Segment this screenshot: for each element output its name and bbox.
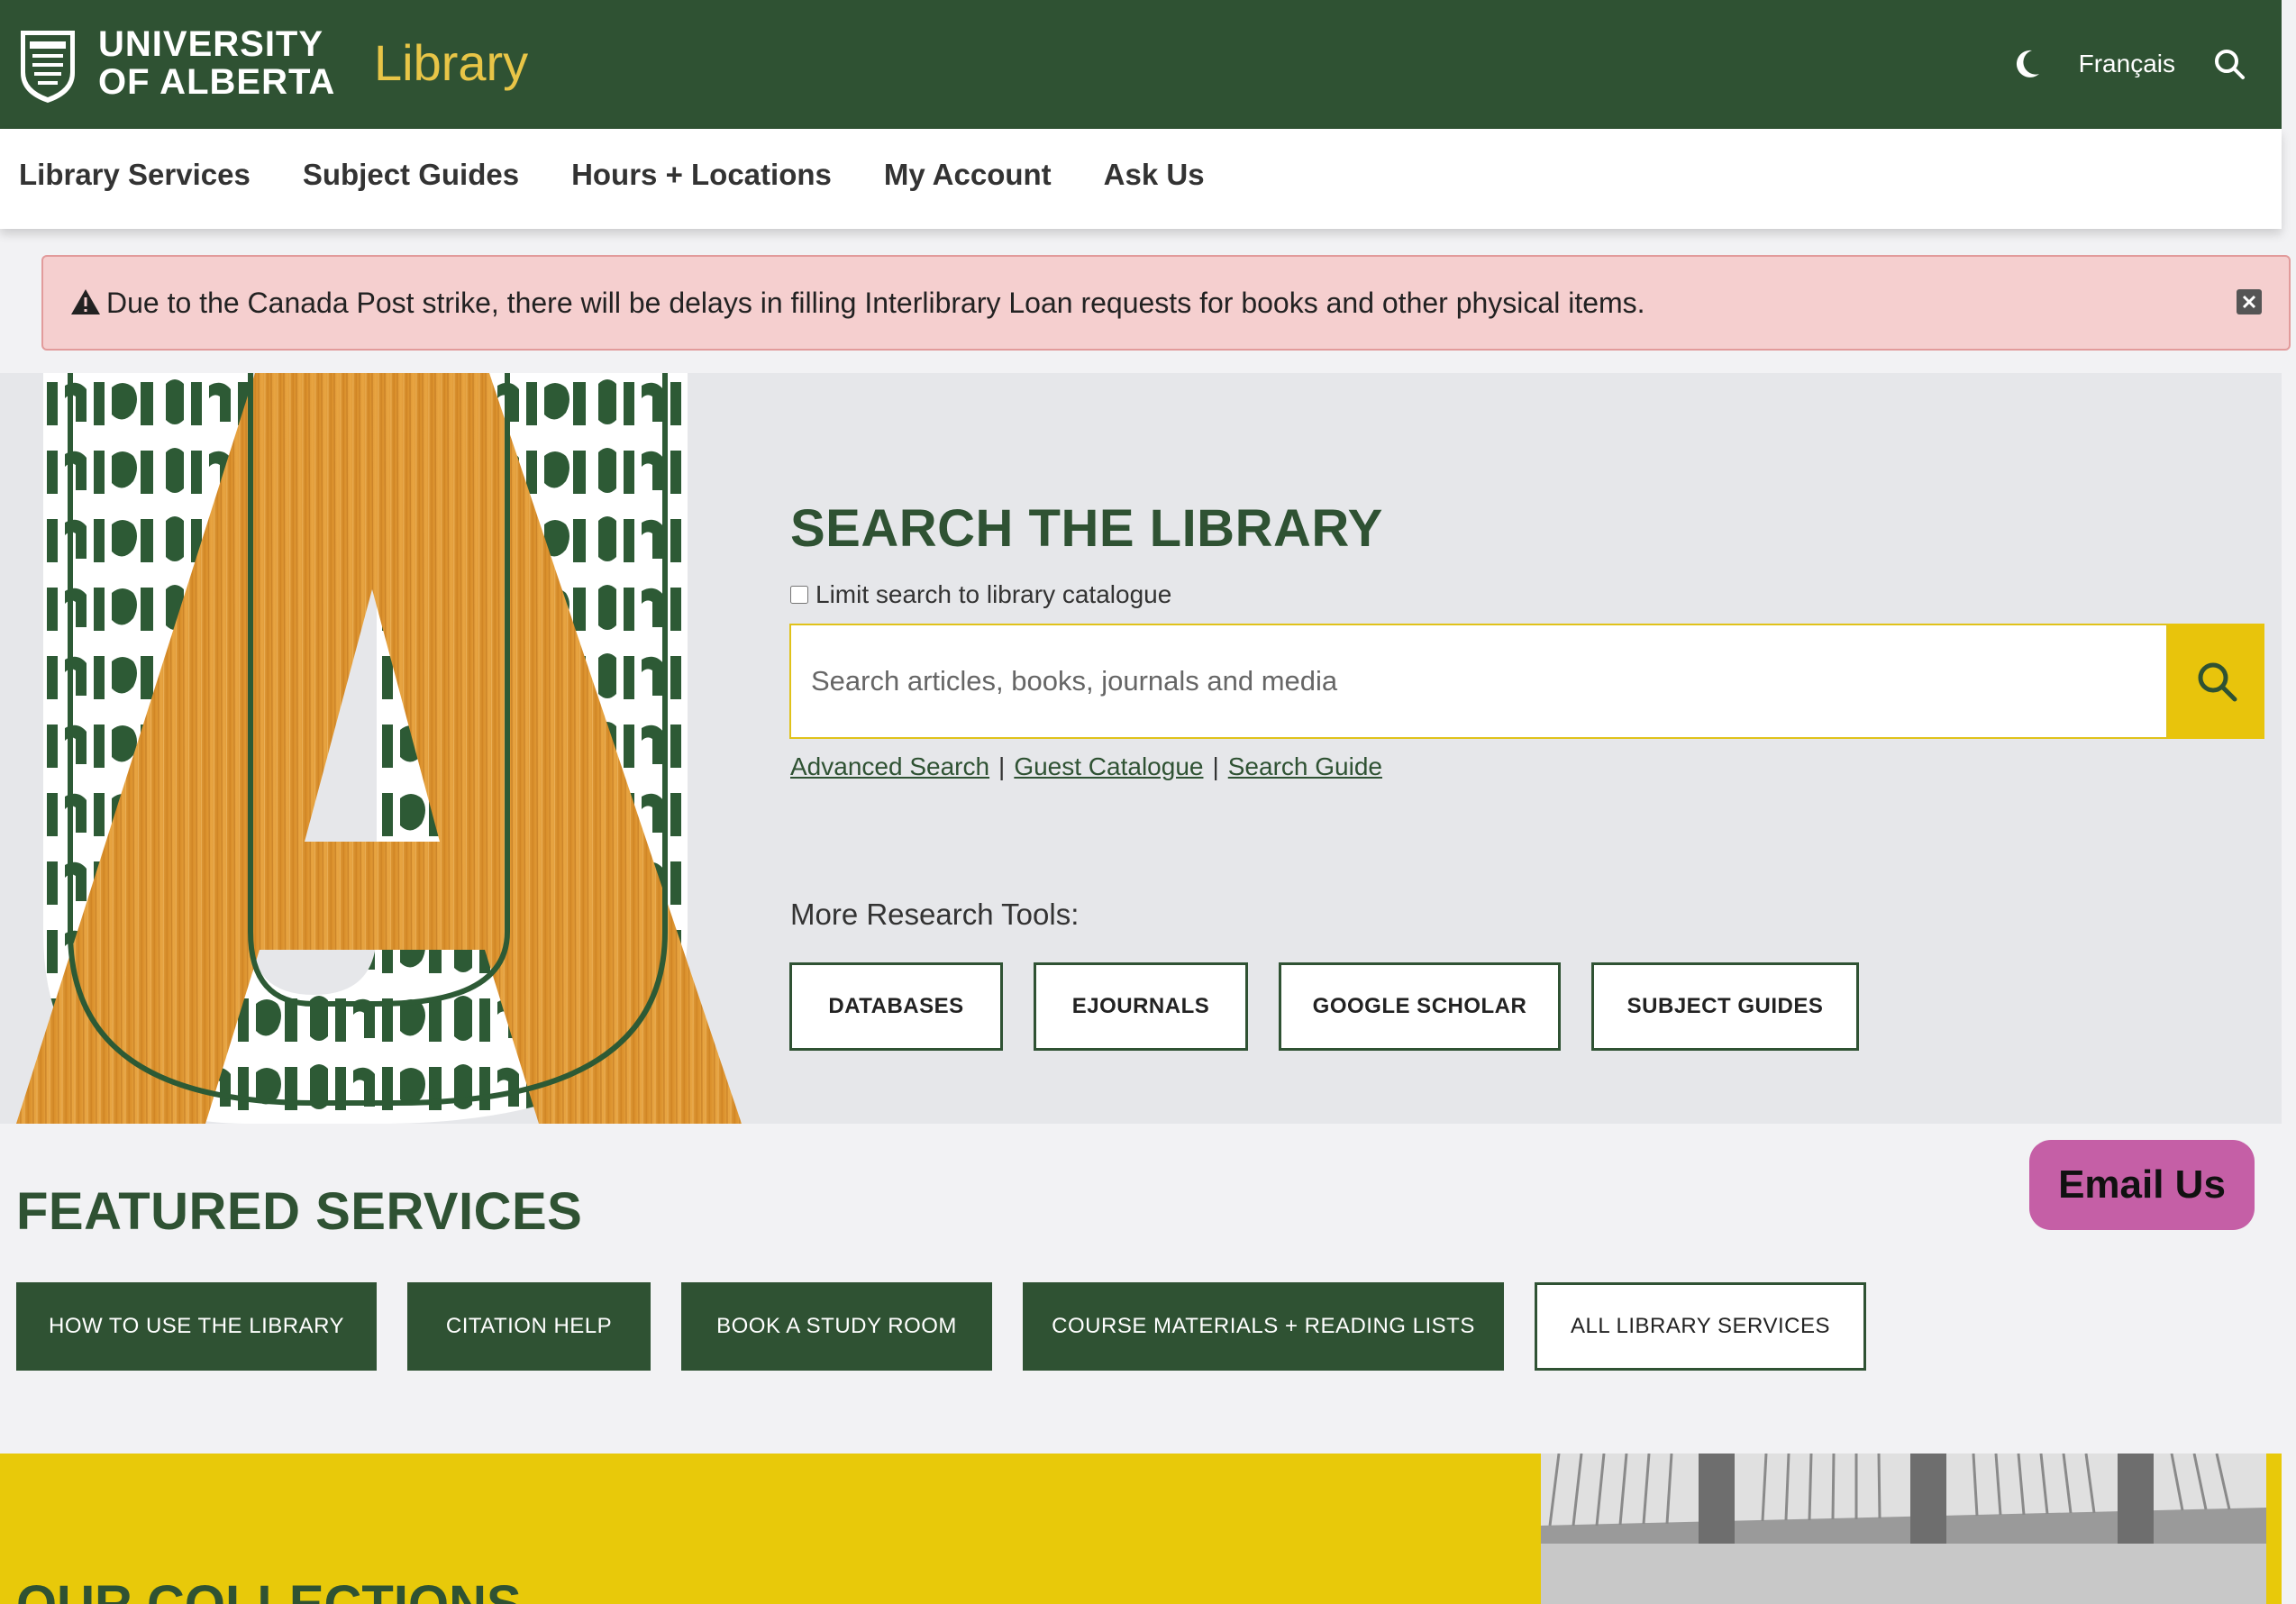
alert-close-button[interactable] [2237, 289, 2262, 314]
google-scholar-button[interactable]: GOOGLE SCHOLAR [1279, 962, 1561, 1051]
site-title[interactable]: Library [374, 34, 528, 92]
moon-icon[interactable] [2014, 49, 2041, 79]
email-us-button[interactable]: Email Us [2029, 1140, 2255, 1230]
search-icon[interactable] [2213, 48, 2246, 80]
link-separator: | [998, 752, 1006, 780]
logo-line-1: UNIVERSITY [98, 24, 324, 64]
nav-item-hours-locations[interactable]: Hours + Locations [571, 158, 832, 192]
how-to-use-library-button[interactable]: HOW TO USE THE LIBRARY [16, 1282, 377, 1371]
course-materials-button[interactable]: COURSE MATERIALS + READING LISTS [1023, 1282, 1504, 1371]
search-hero: SEARCH THE LIBRARY Limit search to libra… [0, 373, 2282, 1124]
nav-item-library-services[interactable]: Library Services [19, 158, 251, 192]
search-icon [2198, 662, 2237, 702]
collections-photo [1541, 1454, 2266, 1604]
search-field-container [789, 624, 2168, 739]
search-guide-link[interactable]: Search Guide [1228, 752, 1382, 780]
featured-services-heading: FEATURED SERVICES [16, 1182, 583, 1241]
guest-catalogue-link[interactable]: Guest Catalogue [1014, 752, 1203, 780]
language-toggle-link[interactable]: Français [2079, 50, 2175, 78]
warning-icon [71, 289, 100, 314]
nav-item-subject-guides[interactable]: Subject Guides [303, 158, 519, 192]
nav-item-my-account[interactable]: My Account [884, 158, 1052, 192]
limit-search-option[interactable]: Limit search to library catalogue [790, 580, 1171, 609]
site-header: UNIVERSITY OF ALBERTA Library Français [0, 0, 2282, 129]
nav-item-ask-us[interactable]: Ask Us [1104, 158, 1205, 192]
logo-line-2: OF ALBERTA [98, 62, 336, 102]
advanced-search-link[interactable]: Advanced Search [790, 752, 989, 780]
ejournals-button[interactable]: EJOURNALS [1034, 962, 1248, 1051]
collections-heading: OUR COLLECTIONS [16, 1574, 522, 1604]
subject-guides-button[interactable]: SUBJECT GUIDES [1591, 962, 1859, 1051]
collections-section: OUR COLLECTIONS [0, 1454, 1541, 1604]
more-research-tools-label: More Research Tools: [790, 898, 1080, 931]
search-submit-button[interactable] [2168, 624, 2264, 739]
main-navigation: Library Services Subject Guides Hours + … [0, 129, 2282, 229]
collections-accent-stripe [2266, 1454, 2282, 1604]
citation-help-button[interactable]: CITATION HELP [407, 1282, 651, 1371]
featured-services: HOW TO USE THE LIBRARY CITATION HELP BOO… [16, 1282, 1866, 1371]
library-search-input[interactable] [791, 625, 2166, 737]
research-tools: DATABASES EJOURNALS GOOGLE SCHOLAR SUBJE… [789, 962, 1859, 1051]
header-utilities: Français [2014, 41, 2246, 87]
close-icon [2242, 295, 2256, 309]
search-links: Advanced Search | Guest Catalogue | Search G… [790, 752, 1382, 781]
search-heading: SEARCH THE LIBRARY [790, 499, 1383, 558]
alert-banner: Due to the Canada Post strike, there wil… [41, 255, 2291, 351]
all-library-services-button[interactable]: ALL LIBRARY SERVICES [1535, 1282, 1866, 1371]
link-separator: | [1212, 752, 1219, 780]
limit-catalogue-checkbox[interactable] [790, 586, 808, 604]
university-crest-icon[interactable] [16, 23, 79, 105]
limit-catalogue-label: Limit search to library catalogue [815, 580, 1172, 608]
alert-message: Due to the Canada Post strike, there wil… [106, 287, 1645, 319]
university-logo-text[interactable]: UNIVERSITY OF ALBERTA [98, 25, 335, 101]
databases-button[interactable]: DATABASES [789, 962, 1003, 1051]
hero-ua-artwork [16, 373, 742, 1124]
book-study-room-button[interactable]: BOOK A STUDY ROOM [681, 1282, 992, 1371]
